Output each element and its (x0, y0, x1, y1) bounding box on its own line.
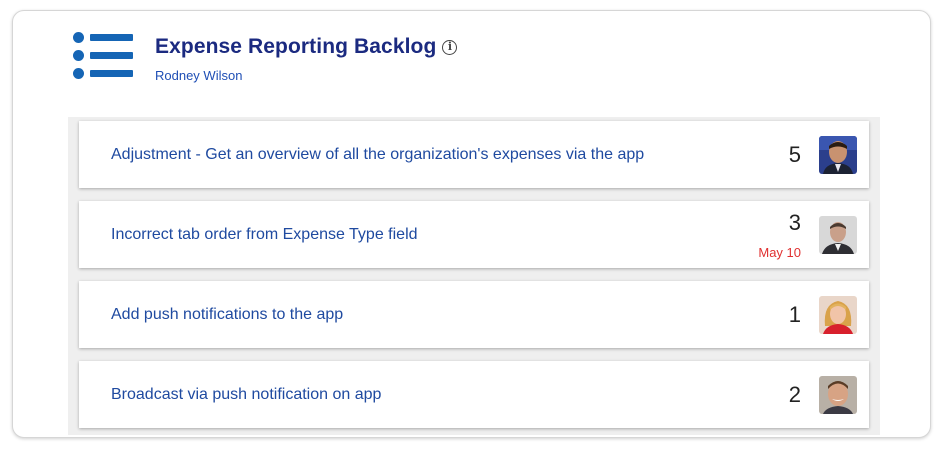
backlog-card: Expense Reporting Backlog i Rodney Wilson… (12, 10, 931, 438)
item-count: 5 (788, 141, 801, 167)
avatar[interactable] (819, 135, 857, 174)
page-title[interactable]: Expense Reporting Backlog (155, 35, 436, 58)
list-item[interactable]: Broadcast via push notification on app 2 (79, 361, 869, 428)
list-item[interactable]: Add push notifications to the app 1 (79, 281, 869, 348)
item-title[interactable]: Add push notifications to the app (111, 306, 343, 324)
list-bullets-icon (73, 29, 133, 85)
list-item[interactable]: Incorrect tab order from Expense Type fi… (79, 201, 869, 268)
owner-name[interactable]: Rodney Wilson (155, 68, 242, 83)
avatar[interactable] (819, 295, 857, 334)
item-title[interactable]: Incorrect tab order from Expense Type fi… (111, 226, 418, 244)
backlog-list: Adjustment - Get an overview of all the … (68, 117, 880, 435)
card-header: Expense Reporting Backlog i Rodney Wilson (73, 29, 673, 89)
item-count: 1 (788, 301, 801, 327)
avatar[interactable] (819, 215, 857, 254)
item-count: 2 (788, 381, 801, 407)
item-title[interactable]: Adjustment - Get an overview of all the … (111, 146, 644, 164)
item-count: 3 (788, 210, 801, 235)
title-row: Expense Reporting Backlog i (155, 35, 458, 59)
list-item[interactable]: Adjustment - Get an overview of all the … (79, 121, 869, 188)
due-date: May 10 (758, 245, 801, 260)
avatar[interactable] (819, 375, 857, 414)
item-title[interactable]: Broadcast via push notification on app (111, 386, 381, 404)
info-icon[interactable]: i (442, 39, 458, 55)
